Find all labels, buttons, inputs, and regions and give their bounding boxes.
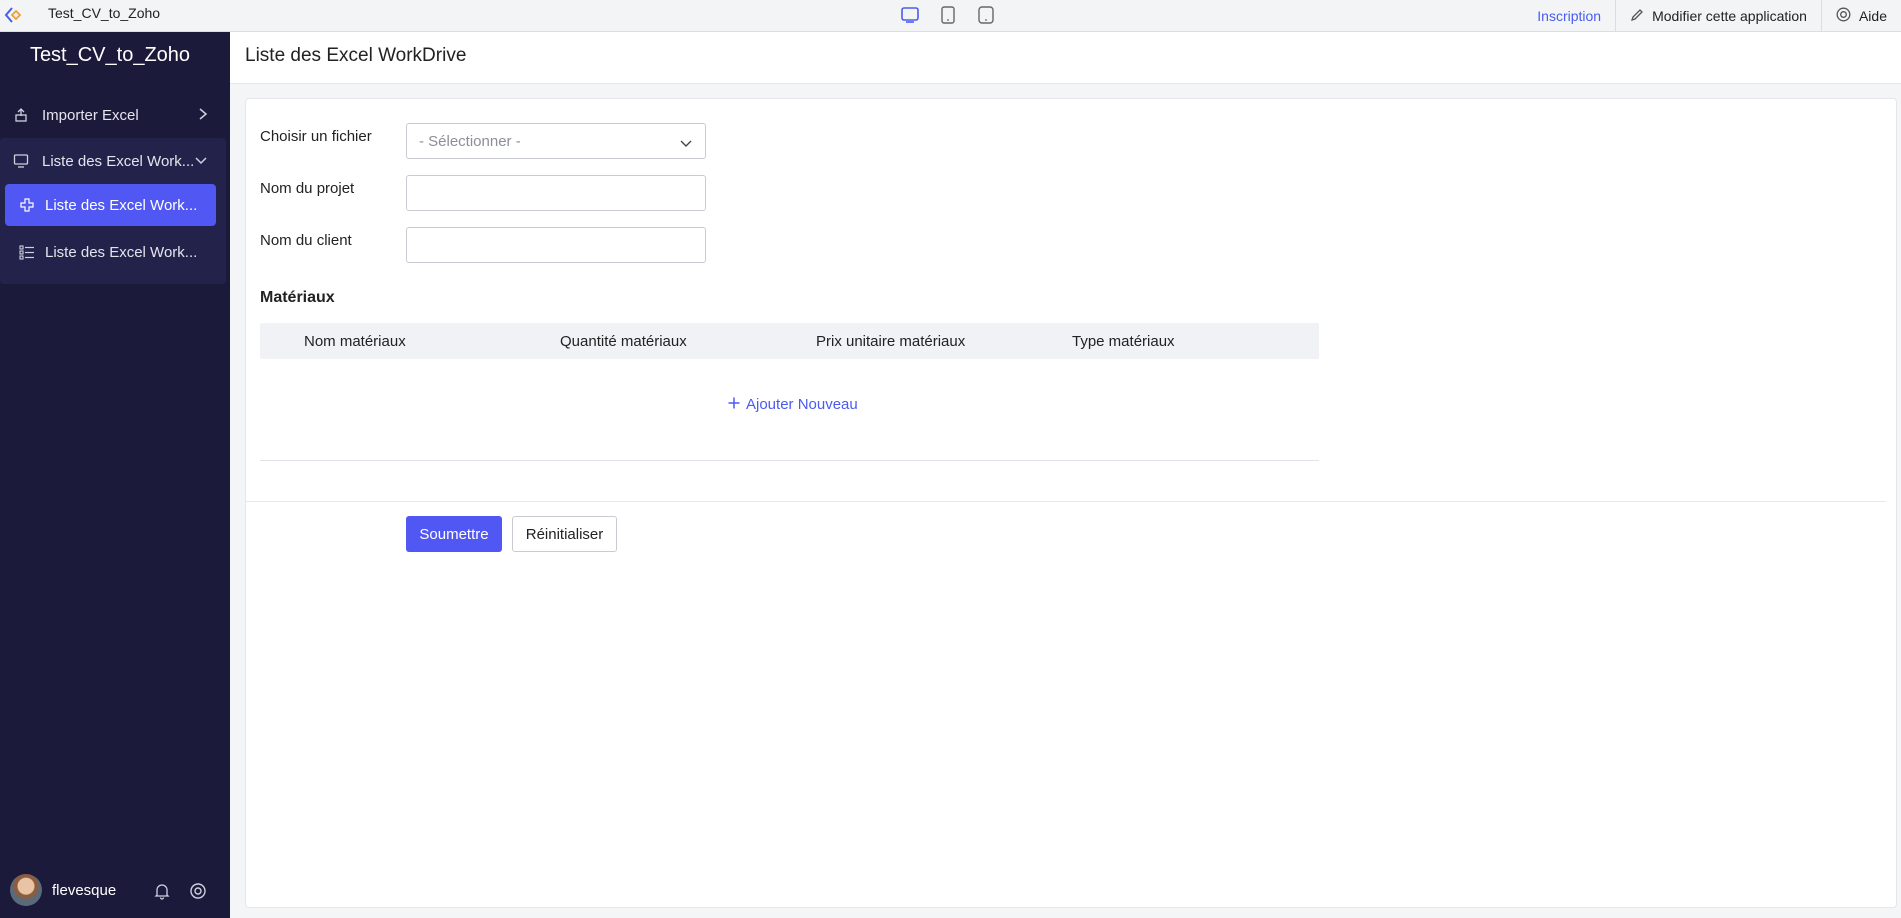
add-new-row-button[interactable]: Ajouter Nouveau xyxy=(728,396,868,413)
help-button[interactable]: Aide xyxy=(1820,0,1901,32)
client-name-field[interactable] xyxy=(406,227,706,263)
top-bar-actions: Inscription Modifier cette application A… xyxy=(1523,0,1901,32)
monitor-icon xyxy=(12,152,30,170)
sidebar-subitem-excel-list[interactable]: Liste des Excel Work... xyxy=(5,231,216,273)
import-icon xyxy=(12,106,30,124)
pencil-icon xyxy=(1630,8,1644,25)
table-divider xyxy=(260,460,1319,461)
sidebar-subitem-excel-add[interactable]: Liste des Excel Work... xyxy=(5,184,216,226)
plus-icon xyxy=(19,197,35,213)
column-header: Prix unitaire matériaux xyxy=(816,333,966,350)
sidebar-item-import-excel[interactable]: Importer Excel xyxy=(0,92,226,138)
sidebar-item-label: Liste des Excel Work... xyxy=(42,152,195,170)
mobile-icon[interactable] xyxy=(976,4,996,26)
page-title: Liste des Excel WorkDrive xyxy=(245,45,467,66)
bell-icon[interactable] xyxy=(153,882,171,900)
project-label: Nom du projet xyxy=(260,180,355,197)
reset-button[interactable]: Réinitialiser xyxy=(512,516,617,552)
materials-section-title: Matériaux xyxy=(260,289,335,306)
file-label: Choisir un fichier xyxy=(260,128,372,145)
sidebar-footer: flevesque xyxy=(0,862,230,918)
plus-icon xyxy=(728,396,740,413)
edit-app-label: Modifier cette application xyxy=(1652,8,1807,24)
sidebar-item-label: Importer Excel xyxy=(42,106,139,124)
sidebar-subitem-label: Liste des Excel Work... xyxy=(45,196,198,214)
avatar[interactable] xyxy=(10,874,42,906)
page-header: Liste des Excel WorkDrive xyxy=(230,32,1901,84)
sidebar-nav: Importer Excel Liste des Excel Work... L… xyxy=(0,92,226,284)
help-label: Aide xyxy=(1858,8,1887,24)
device-preview-switcher xyxy=(900,4,996,28)
project-name-field[interactable] xyxy=(406,175,706,211)
form-card: Choisir un fichier - Sélectionner - Nom … xyxy=(245,98,1897,908)
materials-table-header: Nom matériaux Quantité matériaux Prix un… xyxy=(260,323,1319,359)
column-header: Type matériaux xyxy=(1072,333,1175,350)
signup-link[interactable]: Inscription xyxy=(1523,8,1615,24)
column-header: Quantité matériaux xyxy=(560,333,687,350)
settings-icon[interactable] xyxy=(189,882,207,900)
sidebar: Test_CV_to_Zoho Importer Excel Liste des… xyxy=(0,32,230,918)
tablet-icon[interactable] xyxy=(938,4,958,26)
add-new-label: Ajouter Nouveau xyxy=(746,396,858,413)
app-name: Test_CV_to_Zoho xyxy=(48,5,161,21)
edit-app-button[interactable]: Modifier cette application xyxy=(1615,0,1821,32)
help-icon xyxy=(1836,7,1851,25)
top-bar: Test_CV_to_Zoho Inscription Modifier cet… xyxy=(0,0,1901,32)
submit-button[interactable]: Soumettre xyxy=(406,516,502,552)
user-name: flevesque xyxy=(52,881,117,899)
sidebar-group-excel-list: Liste des Excel Work... Liste des Excel … xyxy=(0,138,226,284)
chevron-down-icon xyxy=(679,136,693,154)
sidebar-item-excel-list[interactable]: Liste des Excel Work... xyxy=(0,138,226,184)
column-header: Nom matériaux xyxy=(304,333,406,350)
chevron-right-icon xyxy=(198,107,208,125)
form-divider xyxy=(246,501,1886,502)
sidebar-subitem-label: Liste des Excel Work... xyxy=(45,243,198,261)
app-logo-icon[interactable] xyxy=(4,5,24,25)
list-icon xyxy=(19,244,35,260)
sidebar-app-title: Test_CV_to_Zoho xyxy=(29,44,191,66)
file-select-placeholder: - Sélectionner - xyxy=(419,133,521,150)
file-select[interactable]: - Sélectionner - xyxy=(406,123,706,159)
desktop-icon[interactable] xyxy=(900,4,920,26)
chevron-down-icon xyxy=(194,153,208,170)
client-label: Nom du client xyxy=(260,232,352,249)
